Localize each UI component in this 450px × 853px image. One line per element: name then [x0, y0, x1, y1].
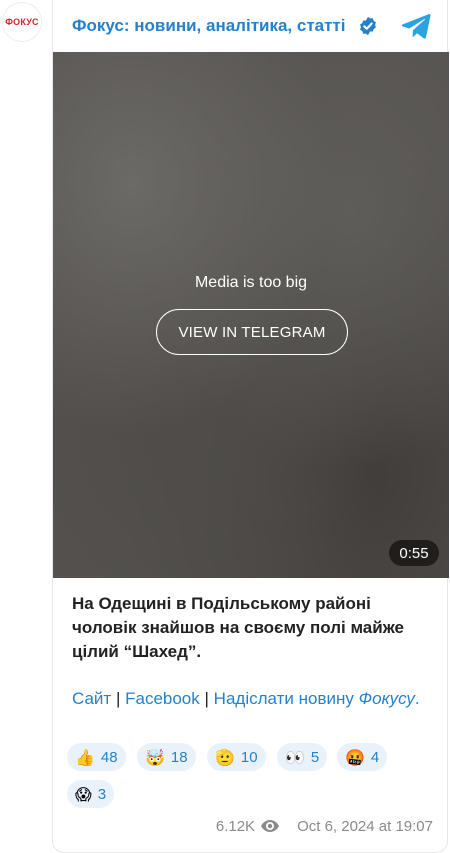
thumbs-up-icon: 👍 [75, 747, 95, 767]
link-separator: | [204, 689, 209, 708]
post-card: Фокус: новини, аналітика, статті Media i… [52, 0, 449, 853]
reaction-count: 10 [240, 748, 258, 766]
send-news-label: Надіслати новину [213, 689, 354, 708]
exploding-head-icon: 🤯 [145, 747, 165, 767]
reaction-count: 4 [370, 748, 380, 766]
fokusu-label: Фокусу [358, 689, 415, 708]
video-media[interactable]: Media is too big VIEW IN TELEGRAM 0:55 [53, 52, 449, 578]
period: . [414, 689, 420, 708]
reaction-count: 3 [97, 785, 107, 803]
post-links: Сайт | Facebook | Надіслати новину Фокус… [72, 687, 432, 711]
verified-check-icon [360, 16, 376, 36]
view-in-telegram-button[interactable]: VIEW IN TELEGRAM [156, 309, 348, 355]
reaction-count: 5 [310, 748, 320, 766]
video-duration-badge: 0:55 [389, 540, 439, 566]
reaction-thumbs-up[interactable]: 👍 48 [67, 743, 126, 771]
view-count: 6.12K [215, 817, 256, 835]
reaction-exploding-head[interactable]: 🤯 18 [137, 743, 196, 771]
post-header: Фокус: новини, аналітика, статті [53, 0, 449, 52]
channel-avatar[interactable]: ФОКУС [2, 2, 42, 42]
saluting-face-icon: 🫡 [215, 747, 235, 767]
avatar-text: ФОКУС [5, 17, 39, 27]
media-too-big-message: Media is too big [194, 274, 308, 291]
send-news-link[interactable]: Надіслати новину Фокусу [214, 689, 415, 708]
reaction-eyes[interactable]: 👀 5 [277, 743, 328, 771]
post-text: На Одещині в Подільському районі чоловік… [72, 594, 404, 661]
reaction-count: 48 [100, 748, 118, 766]
eyes-icon: 👀 [285, 747, 305, 767]
eye-icon [261, 820, 280, 832]
reaction-angry-face[interactable]: 🤬 4 [337, 743, 388, 771]
angry-face-icon: 🤬 [345, 747, 365, 767]
facebook-link[interactable]: Facebook [125, 689, 200, 708]
link-separator: | [115, 689, 121, 708]
screaming-face-icon: 😱 [75, 784, 92, 804]
site-link[interactable]: Сайт [72, 689, 111, 708]
post-datetime[interactable]: Oct 6, 2024 at 19:07 [297, 818, 433, 835]
reaction-count: 18 [170, 748, 188, 766]
post-footer: 6.12K Oct 6, 2024 at 19:07 [213, 815, 433, 837]
telegram-plane-icon[interactable] [401, 12, 431, 40]
reaction-saluting-face[interactable]: 🫡 10 [207, 743, 266, 771]
channel-title[interactable]: Фокус: новини, аналітика, статті [72, 16, 346, 36]
reaction-screaming-face[interactable]: 😱 3 [67, 780, 115, 808]
